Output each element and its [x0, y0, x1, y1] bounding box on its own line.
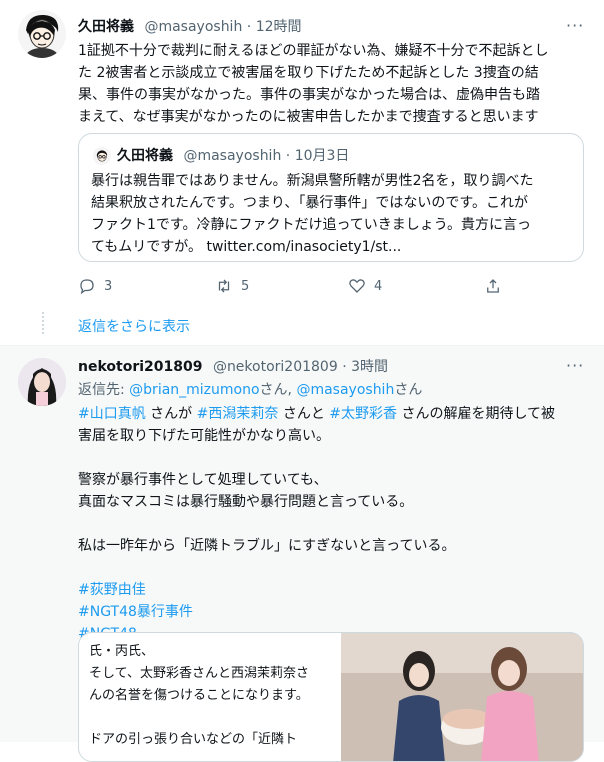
retweet-icon — [218, 279, 230, 293]
tweet-2[interactable]: nekotori201809 @nekotori201809 · 3時間 ···… — [0, 345, 604, 762]
share-icon — [487, 279, 499, 293]
quote-text-line: てもムリですが。 twitter.com/inasociety1/st... — [91, 239, 402, 255]
quote-date: 10月3日 — [294, 148, 350, 164]
reply-button[interactable]: 3 — [78, 276, 112, 296]
avatar[interactable] — [18, 10, 66, 58]
reply-count: 3 — [104, 278, 113, 294]
media-text-image: 氏・丙氏、 そして、太野彩香さんと西潟茉莉奈さ んの名誉を傷つけることになります… — [89, 641, 339, 751]
like-button[interactable]: 4 — [348, 276, 382, 296]
hashtag-link[interactable]: #西潟茉莉奈 — [197, 406, 279, 422]
reply-suffix: さん — [394, 382, 423, 398]
quote-text-line: ファクト1です。冷静にファクトだけ追っていきましょう。貴方に言っ — [91, 217, 531, 233]
reply-icon — [80, 279, 94, 295]
quote-text: 暴行は親告罪ではありません。新潟県警所轄が男性2名を，取り調べた 結果釈放された… — [91, 170, 581, 258]
retweet-count: 5 — [241, 278, 250, 294]
reply-mention-link[interactable]: @masayoshih — [296, 382, 394, 398]
media-text-line: んの名誉を傷つけることになります。 — [89, 688, 309, 703]
author-handle[interactable]: @nekotori201809 — [213, 359, 338, 375]
reply-prefix: 返信先: — [78, 382, 130, 398]
more-icon[interactable]: ··· — [566, 356, 584, 375]
media-photo[interactable] — [341, 633, 583, 761]
separator-dot: · — [285, 148, 291, 164]
retweet-button[interactable]: 5 — [215, 276, 249, 296]
tweet-header: 久田将義 @masayoshih · 12時間 — [78, 18, 302, 36]
photo-image-icon — [341, 633, 583, 761]
tweet-text: #山口真帆 さんが #西潟茉莉奈 さんと #太野彩香 さんの解雇を期待して被 害… — [78, 403, 588, 645]
share-button[interactable] — [484, 276, 502, 296]
tweet-text-line: 害届を取り下げた可能性がかなり高い。 — [78, 428, 330, 444]
tweet-text-line: 私は一昨年から「近隣トラブル」にすぎないと言っている。 — [78, 538, 456, 554]
quote-author-name: 久田将義 — [117, 148, 173, 164]
avatar-illustration-icon — [93, 147, 111, 165]
more-icon[interactable]: ··· — [566, 16, 584, 35]
media-text-line: ドアの引っ張り合いなどの「近隣ト — [89, 732, 298, 747]
tweet-text-line: 警察が暴行事件として処理していても、 — [78, 472, 328, 488]
author-handle[interactable]: @masayoshih — [144, 19, 242, 35]
media-text-line: 氏・丙氏、 — [89, 644, 155, 659]
tweet-text-line: 1証拠不十分で裁判に耐えるほどの罪証がない為、嫌疑不十分で不起訴とし — [78, 43, 549, 59]
reply-mention-link[interactable]: @brian_mizumono — [129, 382, 259, 398]
like-icon — [349, 279, 365, 293]
quote-author-handle: @masayoshih — [183, 148, 282, 164]
avatar[interactable] — [18, 358, 66, 406]
media-text-line: そして、太野彩香さんと西潟茉莉奈さ — [89, 666, 309, 681]
quote-avatar — [93, 147, 111, 165]
like-count: 4 — [374, 278, 383, 294]
quoted-tweet[interactable]: 久田将義 @masayoshih · 10月3日 暴行は親告罪ではありません。新… — [78, 133, 584, 262]
avatar-photo-icon — [18, 358, 66, 406]
tweet-actions: 3 5 4 — [78, 276, 518, 296]
tweet-text-line: 果、事件の事実がなかった。事件の事実がなかった場合は、虚偽申告も踏 — [78, 87, 540, 103]
text-fragment: さんの解雇を期待して被 — [397, 406, 556, 422]
attached-media[interactable]: 氏・丙氏、 そして、太野彩香さんと西潟茉莉奈さ んの名誉を傷つけることになります… — [78, 632, 584, 762]
author-name[interactable]: 久田将義 — [78, 19, 134, 35]
hashtag-link[interactable]: #NGT48暴行事件 — [78, 601, 588, 623]
avatar-illustration-icon — [18, 10, 66, 58]
author-name[interactable]: nekotori201809 — [78, 359, 202, 375]
quote-text-line: 暴行は親告罪ではありません。新潟県警所轄が男性2名を，取り調べた — [91, 173, 534, 189]
tweet-1[interactable]: 久田将義 @masayoshih · 12時間 ··· 1証拠不十分で裁判に耐え… — [0, 0, 604, 345]
quote-header: 久田将義 @masayoshih · 10月3日 — [117, 147, 349, 165]
hashtag-link[interactable]: #山口真帆 — [78, 406, 146, 422]
text-fragment: さんが — [145, 406, 197, 422]
show-more-replies-link[interactable]: 返信をさらに表示 — [78, 316, 190, 336]
timestamp[interactable]: 12時間 — [256, 19, 302, 35]
tweet-text-line: #山口真帆 さんが #西潟茉莉奈 さんと #太野彩香 さんの解雇を期待して被 — [78, 403, 588, 425]
hashtag-link[interactable]: #太野彩香 — [329, 406, 397, 422]
separator-dot: · — [342, 359, 347, 375]
tweet-text-line: た 2被害者と示談成立で被害届を取り下げたため不起訴とした 3捜査の結 — [78, 65, 539, 81]
quote-text-line: 結果釈放されたんです。つまり、「暴行事件」ではないのです。これが — [91, 195, 528, 211]
separator-dot: · — [246, 19, 252, 35]
tweet-header: nekotori201809 @nekotori201809 · 3時間 — [78, 358, 388, 376]
text-fragment: さんと — [278, 406, 330, 422]
reply-context: 返信先: @brian_mizumonoさん, @masayoshihさん — [78, 381, 422, 399]
thread-connector — [42, 312, 44, 334]
reply-suffix: さん, — [259, 382, 297, 398]
tweet-text-line: まえて、なぜ事実がなかったのに被害申告したかまで捜査すると思います — [78, 109, 539, 125]
hashtag-link[interactable]: #荻野由佳 — [78, 579, 588, 601]
tweet-text: 1証拠不十分で裁判に耐えるほどの罪証がない為、嫌疑不十分で不起訴とし た 2被害… — [78, 40, 588, 128]
media-text-line — [89, 707, 339, 729]
timestamp[interactable]: 3時間 — [351, 359, 388, 375]
tweet-text-line: 真面なマスコミは暴行騒動や暴行問題と言っている。 — [78, 494, 414, 510]
